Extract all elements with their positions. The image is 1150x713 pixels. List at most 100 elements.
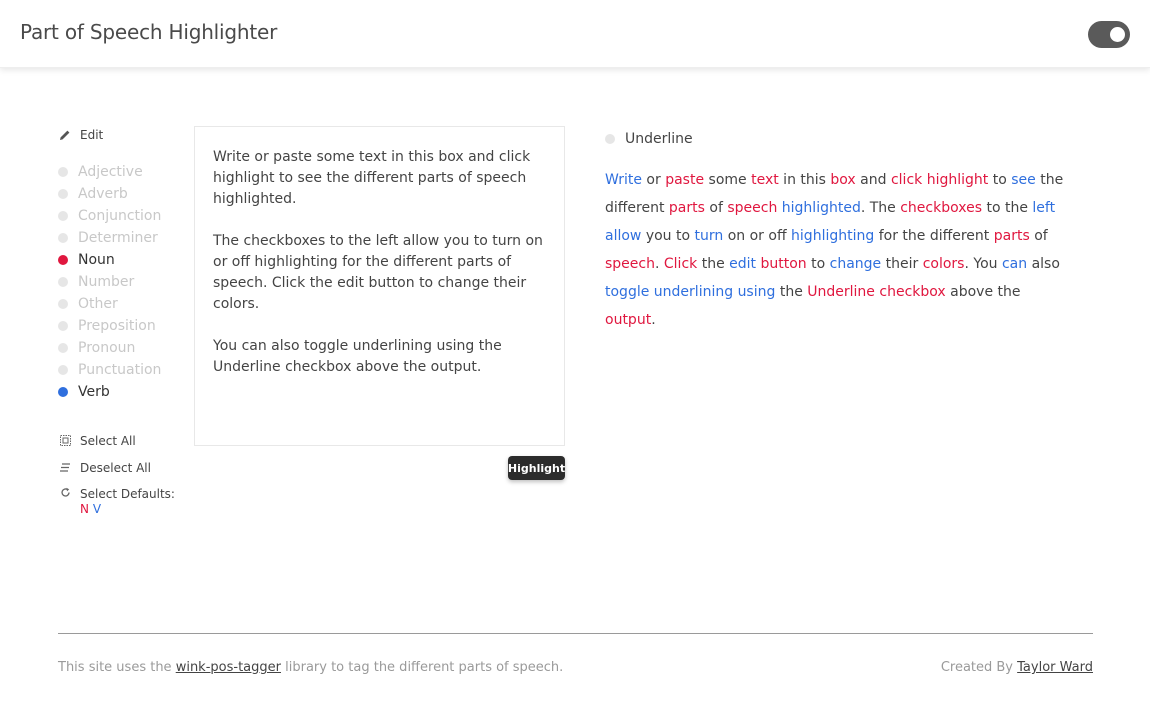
pos-item-label: Adverb [78, 186, 128, 202]
wink-pos-tagger-link[interactable]: wink-pos-tagger [176, 660, 281, 675]
plain-text: some [704, 172, 752, 188]
input-paragraph: Write or paste some text in this box and… [213, 149, 531, 207]
highlighted-word-noun: speech [605, 256, 655, 272]
plain-text: to the [982, 200, 1033, 216]
highlighted-word-verb: highlighting [791, 228, 875, 244]
pos-color-dot [58, 299, 68, 309]
input-paragraph: The checkboxes to the left allow you to … [213, 233, 543, 312]
highlighted-word-noun: button [760, 256, 807, 272]
pos-item-pronoun[interactable]: Pronoun [58, 337, 188, 359]
plain-text: of [1029, 228, 1048, 244]
select-defaults-text: Select Defaults: N V [80, 487, 185, 517]
pos-item-number[interactable]: Number [58, 271, 188, 293]
pos-color-dot [58, 255, 68, 265]
footer-divider [58, 633, 1093, 634]
highlighted-word-verb: left [1032, 200, 1056, 216]
pos-item-label: Determiner [78, 230, 158, 246]
footer-right-prefix: Created By [940, 660, 1018, 675]
highlighted-word-noun: speech [727, 200, 778, 216]
input-paragraph: You can also toggle underlining using th… [213, 338, 502, 375]
select-defaults-label: Select Defaults: [80, 487, 175, 501]
highlighted-word-verb: edit [729, 256, 757, 272]
pos-item-verb[interactable]: Verb [58, 381, 188, 403]
highlighted-output: Write or paste some text in this box and… [605, 166, 1075, 334]
deselect-all-label: Deselect All [80, 460, 151, 475]
pencil-icon [58, 129, 72, 141]
highlighted-word-noun: Underline [807, 284, 875, 300]
plain-text: to [806, 256, 830, 272]
highlighted-word-noun: output [605, 312, 652, 328]
theme-toggle[interactable] [1088, 21, 1130, 48]
plain-text: the [775, 284, 808, 300]
refresh-icon [58, 487, 72, 498]
pos-color-dot [58, 321, 68, 331]
highlighted-word-verb: allow [605, 228, 642, 244]
pos-item-label: Noun [78, 252, 115, 268]
plain-text: you to [641, 228, 695, 244]
highlighted-word-noun: text [751, 172, 779, 188]
highlighted-word-noun: checkboxes [900, 200, 983, 216]
highlighted-word-noun: paste [665, 172, 705, 188]
select-all-button[interactable]: Select All [58, 427, 188, 454]
underline-checkbox[interactable]: Underline [605, 131, 693, 147]
select-all-icon [58, 435, 72, 446]
pos-item-adverb[interactable]: Adverb [58, 183, 188, 205]
plain-text: of [704, 200, 728, 216]
pos-item-label: Conjunction [78, 208, 162, 224]
edit-label: Edit [80, 128, 104, 142]
highlighted-word-noun: click [890, 172, 923, 188]
pos-item-label: Other [78, 296, 118, 312]
pos-item-label: Number [78, 274, 135, 290]
highlighted-word-verb: can [1001, 256, 1028, 272]
pos-item-label: Punctuation [78, 362, 162, 378]
pos-item-other[interactable]: Other [58, 293, 188, 315]
plain-text: also [1027, 256, 1060, 272]
pos-list: Adjective Adverb Conjunction Determiner Noun… [58, 161, 188, 403]
plain-text: . [651, 312, 656, 328]
pos-item-label: Preposition [78, 318, 156, 334]
pos-color-dot [58, 387, 68, 397]
highlighted-word-verb: toggle [605, 284, 650, 300]
footer-credit-library: This site uses the wink-pos-tagger libra… [58, 660, 563, 675]
plain-text: . The [860, 200, 901, 216]
default-verb-tag: V [92, 502, 102, 516]
pos-item-adjective[interactable]: Adjective [58, 161, 188, 183]
plain-text: or [641, 172, 666, 188]
highlighted-word-noun: Click [663, 256, 698, 272]
highlighted-word-noun: box [830, 172, 856, 188]
highlight-button[interactable]: Highlight [508, 456, 565, 480]
pos-color-dot [58, 277, 68, 287]
pos-color-dot [58, 233, 68, 243]
highlighted-word-verb: see [1011, 172, 1036, 188]
selection-actions: Select All Deselect All Select Defaults:… [58, 427, 188, 517]
sidebar: Edit Adjective Adverb Conjunction Determine… [58, 125, 188, 517]
plain-text: and [855, 172, 891, 188]
pos-item-preposition[interactable]: Preposition [58, 315, 188, 337]
default-noun-tag: N [80, 502, 89, 516]
deselect-all-button[interactable]: Deselect All [58, 454, 188, 481]
pos-item-punctuation[interactable]: Punctuation [58, 359, 188, 381]
pos-item-noun[interactable]: Noun [58, 249, 188, 271]
pos-item-determiner[interactable]: Determiner [58, 227, 188, 249]
plain-text: to [988, 172, 1012, 188]
pos-item-label: Verb [78, 384, 110, 400]
pos-item-conjunction[interactable]: Conjunction [58, 205, 188, 227]
text-input-area[interactable]: Write or paste some text in this box and… [194, 126, 565, 446]
plain-text: . You [964, 256, 1002, 272]
underline-label: Underline [625, 131, 693, 147]
plain-text: on or off [723, 228, 792, 244]
highlighted-word-verb: change [829, 256, 882, 272]
author-link[interactable]: Taylor Ward [1017, 660, 1093, 675]
select-defaults-button[interactable]: Select Defaults: N V [58, 481, 188, 517]
highlighted-word-verb: turn [694, 228, 724, 244]
highlighted-word-noun: highlight [926, 172, 989, 188]
highlighted-word-noun: checkbox [879, 284, 946, 300]
plain-text: above the [945, 284, 1021, 300]
plain-text: in this [778, 172, 831, 188]
edit-button[interactable]: Edit [58, 125, 188, 145]
highlighted-word-noun: colors [922, 256, 965, 272]
highlighted-word-noun: parts [668, 200, 705, 216]
highlighted-word-verb: using [737, 284, 776, 300]
pos-color-dot [58, 365, 68, 375]
top-bar: Part of Speech Highlighter [0, 0, 1150, 68]
